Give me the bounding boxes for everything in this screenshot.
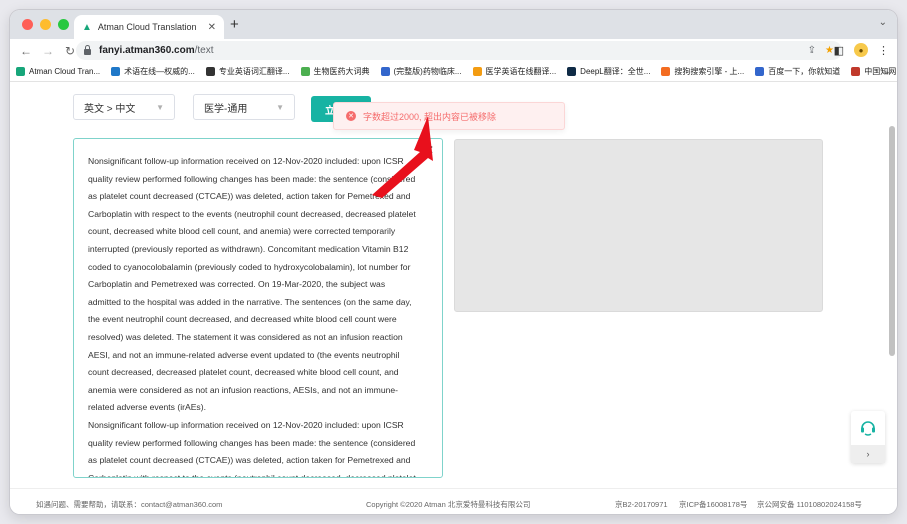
close-tab-icon[interactable]: ✕ — [208, 22, 216, 33]
bookmark-label: 术语在线—权威的... — [124, 67, 195, 76]
footer-icp-record[interactable]: 京ICP备16008178号 — [679, 499, 747, 510]
minimize-window-button[interactable] — [40, 19, 51, 30]
sidebar-icon[interactable]: ◧ — [834, 44, 844, 57]
domain-value: 医学-通用 — [204, 103, 248, 115]
tab-strip: ▲ Atman Cloud Translation ✕ + ⌄ — [10, 10, 897, 39]
annotation-arrow — [372, 116, 433, 198]
tab-title: Atman Cloud Translation — [97, 22, 197, 32]
bookmark-item[interactable]: 术语在线—权威的... — [111, 66, 195, 77]
bookmarks-bar: Atman Cloud Tran... 术语在线—权威的... 专业英语词汇翻译..… — [10, 62, 897, 82]
chevron-down-icon: ▼ — [276, 102, 284, 112]
address-bar[interactable]: fanyi.atman360.com/text ⇪ ★ — [76, 41, 842, 60]
url-path: /text — [194, 45, 214, 56]
bookmark-item[interactable]: 生物医药大词典 — [300, 66, 370, 77]
biomed-icon — [300, 67, 310, 76]
chevron-down-icon: ▼ — [156, 102, 164, 112]
bookmark-item[interactable]: 医学英语在线翻译... — [472, 66, 557, 77]
bookmark-label: 搜狗搜索引擎 - 上... — [674, 67, 745, 76]
footer-copyright: Copyright ©2020 Atman 北京爱特曼科技有限公司 — [366, 500, 531, 509]
page-scrollbar[interactable] — [889, 126, 895, 356]
bookmark-item[interactable]: 百度一下，你就知道 — [755, 66, 840, 77]
bookmark-label: Atman Cloud Tran... — [29, 67, 101, 76]
sogou-icon — [661, 67, 671, 76]
avatar[interactable]: ● — [854, 43, 868, 57]
bookmark-item[interactable]: DeepL翻译：全世... — [567, 66, 650, 77]
annotation-arrow-shape — [372, 116, 433, 198]
footer-contact: 如遇问题、需要帮助，请联系：contact@atman360.com — [36, 500, 223, 509]
globe-icon — [205, 67, 215, 76]
share-icon[interactable]: ⇪ — [808, 45, 816, 56]
forward-icon[interactable]: → — [42, 44, 54, 58]
error-icon: ✕ — [346, 111, 356, 121]
bookmark-item[interactable]: 搜狗搜索引擎 - 上... — [661, 66, 744, 77]
bookmark-label: DeepL翻译：全世... — [580, 67, 651, 76]
bookmark-label: 百度一下，你就知道 — [768, 67, 841, 76]
chevron-right-icon[interactable]: › — [851, 445, 885, 463]
atman-icon: ▲ — [82, 21, 92, 33]
language-pair-select[interactable]: 英文 > 中文 ▼ — [73, 94, 175, 120]
lock-icon — [84, 45, 91, 55]
bookmark-item[interactable]: Atman Cloud Tran... — [16, 67, 100, 76]
tab-atman[interactable]: ▲ Atman Cloud Translation ✕ — [74, 15, 224, 39]
bookmarks-overflow-icon[interactable]: » — [884, 67, 889, 77]
menu-icon[interactable]: ⋮ — [878, 44, 889, 57]
bookmark-item[interactable]: 专业英语词汇翻译... — [205, 66, 290, 77]
browser-toolbar: ← → ↻ fanyi.atman360.com/text ⇪ ★ ◧ ● ⋮ — [10, 39, 897, 62]
domain-select[interactable]: 医学-通用 ▼ — [193, 94, 295, 120]
new-tab-icon[interactable]: + — [230, 16, 239, 33]
bookmark-item[interactable]: 中国知网 — [851, 66, 896, 77]
back-icon[interactable]: ← — [20, 44, 32, 58]
browser-window: ▲ Atman Cloud Translation ✕ + ⌄ ← → ↻ fa… — [10, 10, 897, 514]
url-host: fanyi.atman360.com — [99, 45, 195, 56]
chevron-down-icon[interactable]: ⌄ — [879, 17, 887, 28]
zoom-window-button[interactable] — [58, 19, 69, 30]
bookmark-label: 中国知网 — [864, 67, 897, 76]
bookmark-label: 专业英语词汇翻译... — [218, 67, 290, 76]
bookmark-label: 医学英语在线翻译... — [485, 67, 557, 76]
page-content: 英文 > 中文 ▼ 医学-通用 ▼ 立即 ✕ 字数超过2000, 超出内容已被移… — [10, 82, 897, 514]
language-pair-value: 英文 > 中文 — [84, 103, 136, 115]
medical-icon — [472, 67, 482, 76]
bookmark-item[interactable]: (完整版)药物临床... — [380, 66, 462, 77]
source-paragraph: Nonsignificant follow-up information rec… — [88, 419, 416, 478]
help-widget: › — [851, 411, 885, 463]
page-footer: 如遇问题、需要帮助，请联系：contact@atman360.com Copyr… — [10, 488, 897, 514]
source-paragraph: Nonsignificant follow-up information rec… — [88, 156, 416, 413]
close-window-button[interactable] — [22, 19, 33, 30]
termonline-icon — [111, 67, 121, 76]
baidu-icon — [380, 67, 390, 76]
atman-icon — [16, 67, 25, 76]
bookmark-label: 生物医药大词典 — [313, 67, 370, 76]
footer-police-record[interactable]: 京公网安备 11010802024158号 — [757, 499, 862, 510]
translation-output — [454, 139, 823, 312]
deepl-icon — [567, 67, 577, 76]
reload-icon[interactable]: ↻ — [64, 44, 76, 58]
footer-icp-license[interactable]: 京B2-20170971 — [615, 499, 668, 510]
bookmark-label: (完整版)药物临床... — [393, 67, 462, 76]
cnki-icon — [851, 67, 861, 76]
customer-service-icon[interactable] — [851, 411, 885, 445]
baidu-icon — [755, 67, 765, 76]
window-controls — [22, 19, 69, 30]
